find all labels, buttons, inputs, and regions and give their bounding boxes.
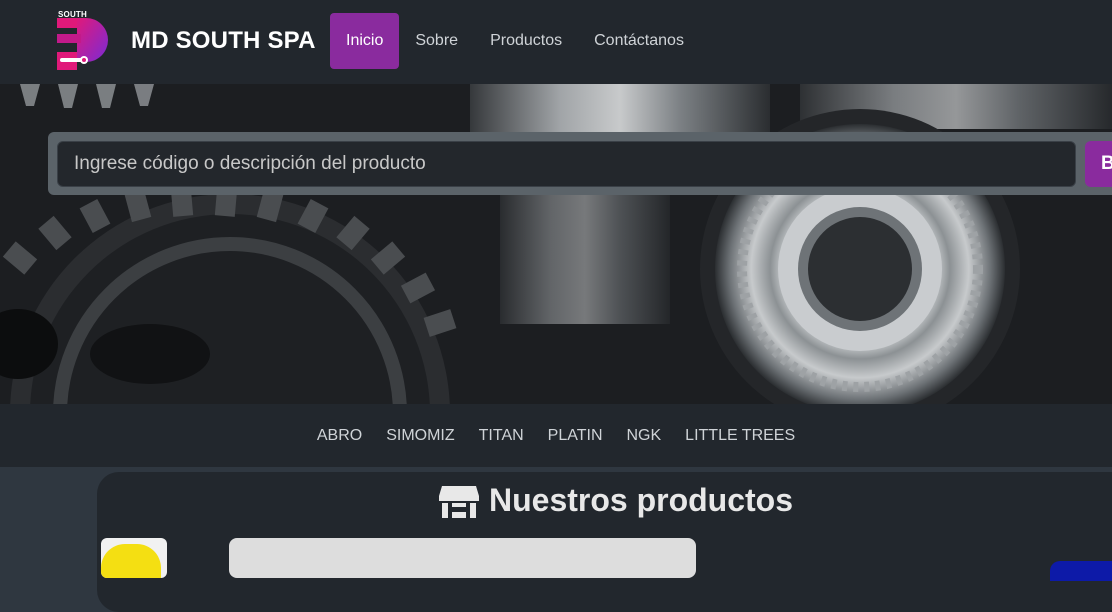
nav-item-inicio[interactable]: Inicio [330, 13, 400, 69]
brand-logo-icon[interactable] [56, 10, 108, 72]
logo-text: SOUTH [58, 10, 87, 19]
products-heading: Nuestros productos [0, 482, 1112, 526]
navbar: SOUTH MD SOUTH SPA Inicio Sobre Producto… [0, 0, 1112, 84]
search-button[interactable]: B [1085, 141, 1112, 187]
product-card-placeholder[interactable] [229, 538, 696, 578]
brand-link-simomiz[interactable]: SIMOMIZ [386, 427, 454, 445]
site-brand[interactable]: MD SOUTH SPA [131, 27, 316, 55]
product-search-input[interactable] [57, 141, 1076, 187]
product-card-image[interactable] [101, 538, 167, 578]
brand-link-abro[interactable]: ABRO [317, 427, 362, 445]
nav-item-sobre[interactable]: Sobre [399, 13, 474, 69]
store-icon [438, 485, 479, 518]
brand-link-little-trees[interactable]: LITTLE TREES [685, 427, 795, 445]
nav-item-productos[interactable]: Productos [474, 13, 578, 69]
brand-link-titan[interactable]: TITAN [479, 427, 524, 445]
brand-link-platin[interactable]: PLATIN [548, 427, 603, 445]
main-nav: Inicio Sobre Productos Contáctanos [330, 13, 700, 69]
nav-item-contactanos[interactable]: Contáctanos [578, 13, 700, 69]
product-card-partial[interactable] [1050, 561, 1112, 581]
products-title-text: Nuestros productos [488, 482, 794, 518]
brands-bar: ABRO SIMOMIZ TITAN PLATIN NGK LITTLE TRE… [0, 404, 1112, 467]
brand-link-ngk[interactable]: NGK [627, 427, 662, 445]
